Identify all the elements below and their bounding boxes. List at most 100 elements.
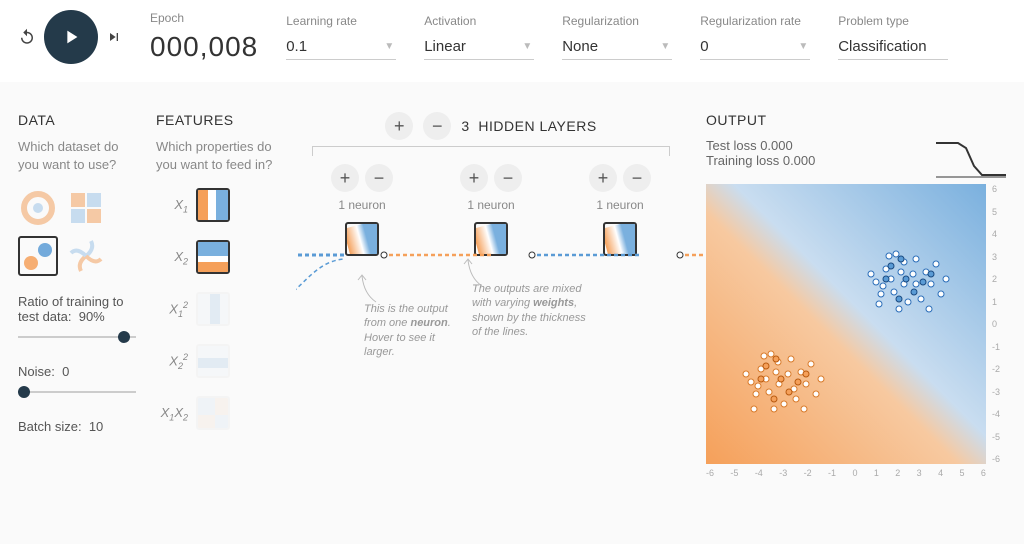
problem-type-value: Classification [838,38,926,55]
activation-select[interactable]: Linear ▼ [424,34,534,60]
data-column: DATA Which dataset do you want to use? R… [18,112,136,524]
layer-count-label: 1 neuron [338,198,385,212]
dataset-xor[interactable] [66,188,106,228]
layers-bracket [312,146,670,156]
features-column: FEATURES Which properties do you want to… [156,112,276,524]
feature-x2sq: X22 [156,344,276,378]
regularization-select[interactable]: None ▼ [562,34,672,60]
feature-x1sq: X12 [156,292,276,326]
add-layer-button[interactable]: + [385,112,413,140]
chevron-down-icon: ▼ [660,41,670,52]
features-desc: Which properties do you want to feed in? [156,138,276,174]
layers-row: + − 1 neuron + − 1 neuron [296,164,686,256]
learning-rate-label: Learning rate [286,14,396,28]
batch-label: Batch size: 10 [18,419,136,434]
epoch-display: Epoch 000,008 [150,11,258,63]
activation-group: Activation Linear ▼ [424,14,534,60]
dataset-gauss[interactable] [18,236,58,276]
regularization-rate-select[interactable]: 0 ▼ [700,34,810,60]
neuron[interactable] [474,222,508,256]
x-axis: -6-5-4-3-2-10123456 [706,468,986,478]
feature-label: X22 [156,352,188,371]
feature-x1: X1 [156,188,276,222]
layer-count-label: 1 neuron [596,198,643,212]
chevron-down-icon: ▼ [384,41,394,52]
hidden-layer-1: + − 1 neuron [312,164,412,256]
regularization-rate-group: Regularization rate 0 ▼ [700,14,810,60]
ratio-slider[interactable] [18,330,136,344]
learning-rate-value: 0.1 [286,38,307,55]
feature-x2: X2 [156,240,276,274]
neuron[interactable] [345,222,379,256]
feature-neuron[interactable] [196,292,230,326]
top-controls: Epoch 000,008 Learning rate 0.1 ▼ Activa… [0,0,1024,82]
data-desc: Which dataset do you want to use? [18,138,136,174]
regularization-value: None [562,38,598,55]
add-neuron-button[interactable]: + [460,164,488,192]
data-title: DATA [18,112,136,128]
y-axis: 6543210-1-2-3-4-5-6 [992,184,1000,464]
dataset-grid [18,188,136,276]
dataset-circle[interactable] [18,188,58,228]
activation-value: Linear [424,38,466,55]
remove-layer-button[interactable]: − [423,112,451,140]
remove-neuron-button[interactable]: − [494,164,522,192]
regularization-rate-label: Regularization rate [700,14,810,28]
dataset-spiral[interactable] [66,236,106,276]
hidden-layers-title: 3 HIDDEN LAYERS [461,118,596,134]
main-area: DATA Which dataset do you want to use? R… [0,82,1024,544]
noise-slider-group: Noise: 0 [18,364,136,399]
feature-x1x2: X1X2 [156,396,276,430]
problem-type-label: Problem type [838,14,948,28]
loss-header: Test loss 0.000 Training loss 0.000 [706,138,1006,178]
play-button[interactable] [44,10,98,64]
feature-neuron[interactable] [196,344,230,378]
activation-label: Activation [424,14,534,28]
problem-type-select[interactable]: Classification [838,34,948,60]
loss-chart [936,138,1006,178]
noise-label: Noise: 0 [18,364,136,379]
features-title: FEATURES [156,112,276,128]
regularization-group: Regularization None ▼ [562,14,672,60]
epoch-value: 000,008 [150,31,258,63]
remove-neuron-button[interactable]: − [623,164,651,192]
play-controls [18,10,122,64]
remove-neuron-button[interactable]: − [365,164,393,192]
output-plot[interactable]: 6543210-1-2-3-4-5-6 -6-5-4-3-2-10123456 [706,184,986,464]
ratio-slider-group: Ratio of training to test data: 90% [18,294,136,344]
feature-neuron[interactable] [196,396,230,430]
noise-slider[interactable] [18,385,136,399]
reset-button[interactable] [18,28,36,46]
feature-label: X12 [156,300,188,319]
neuron[interactable] [603,222,637,256]
callout-neuron: This is the output from one neuron. Hove… [364,302,464,359]
layer-count-label: 1 neuron [467,198,514,212]
problem-type-group: Problem type Classification [838,14,948,60]
network-column: + − 3 HIDDEN LAYERS + − 1 neuron + [296,112,686,524]
features-list: X1 X2 X12 X22 [156,188,276,430]
hidden-layer-2: + − 1 neuron [441,164,541,256]
output-title: OUTPUT [706,112,1006,128]
learning-rate-group: Learning rate 0.1 ▼ [286,14,396,60]
regularization-rate-value: 0 [700,38,708,55]
epoch-label: Epoch [150,11,258,25]
feature-label: X1X2 [156,405,188,423]
add-neuron-button[interactable]: + [589,164,617,192]
callout-weights: The outputs are mixed with varying weigh… [472,282,587,339]
regularization-label: Regularization [562,14,672,28]
chevron-down-icon: ▼ [522,41,532,52]
add-neuron-button[interactable]: + [331,164,359,192]
feature-neuron[interactable] [196,240,230,274]
ratio-label: Ratio of training to test data: 90% [18,294,136,324]
learning-rate-select[interactable]: 0.1 ▼ [286,34,396,60]
test-loss: Test loss 0.000 [706,138,815,153]
feature-label: X1 [156,197,188,215]
hidden-layers-header: + − 3 HIDDEN LAYERS [296,112,686,140]
hidden-layer-3: + − 1 neuron [570,164,670,256]
feature-neuron[interactable] [196,188,230,222]
step-button[interactable] [106,29,122,45]
output-column: OUTPUT Test loss 0.000 Training loss 0.0… [706,112,1006,524]
train-loss: Training loss 0.000 [706,153,815,168]
chevron-down-icon: ▼ [798,41,808,52]
feature-label: X2 [156,249,188,267]
